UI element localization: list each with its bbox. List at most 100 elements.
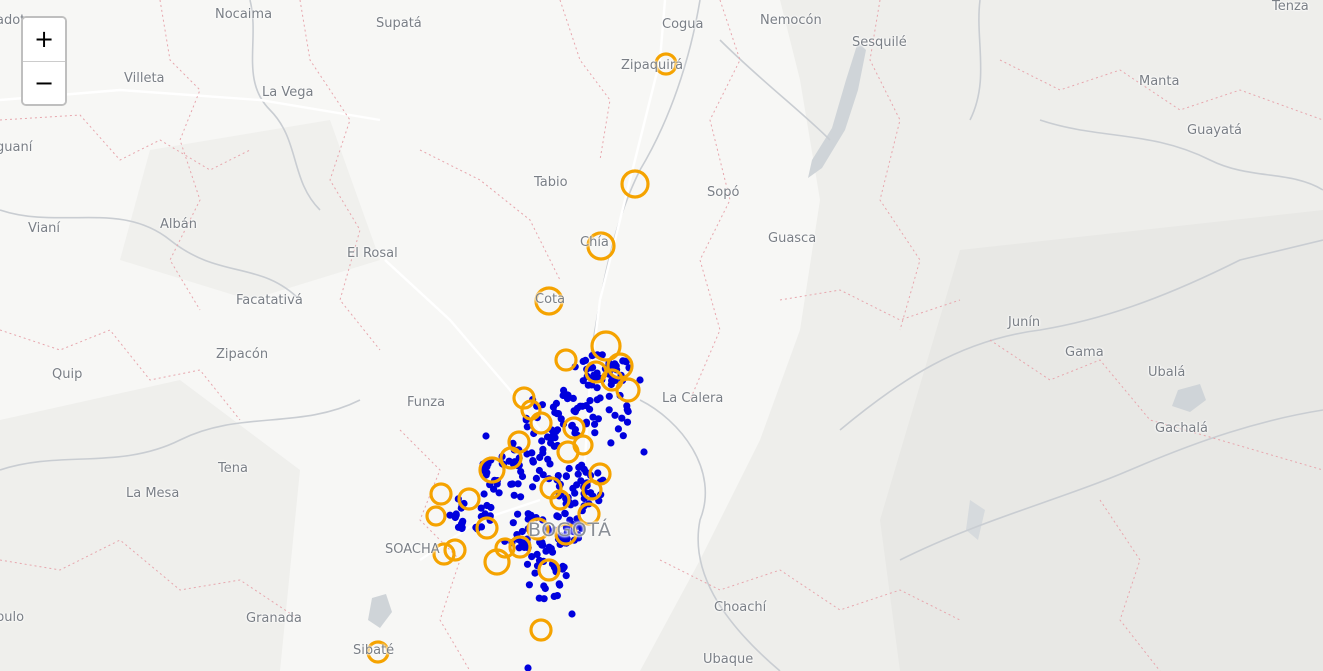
small-dot-marker[interactable] xyxy=(590,371,598,379)
small-dot-marker[interactable] xyxy=(619,432,627,440)
small-dot-marker[interactable] xyxy=(640,448,648,456)
small-dot-marker[interactable] xyxy=(589,413,597,421)
small-dot-marker[interactable] xyxy=(510,491,518,499)
small-dot-marker[interactable] xyxy=(536,453,544,462)
small-dot-marker[interactable] xyxy=(562,472,570,480)
small-dot-marker[interactable] xyxy=(540,582,548,590)
small-dot-marker[interactable] xyxy=(591,420,599,428)
small-dot-marker[interactable] xyxy=(495,489,503,497)
small-dot-marker[interactable] xyxy=(574,470,582,478)
small-dot-marker[interactable] xyxy=(542,547,550,555)
small-dot-marker[interactable] xyxy=(514,480,522,488)
zoom-out-button[interactable]: − xyxy=(23,61,65,104)
small-dot-marker[interactable] xyxy=(584,381,592,389)
small-dot-marker[interactable] xyxy=(614,425,623,433)
small-dot-marker[interactable] xyxy=(575,463,583,471)
small-dot-marker[interactable] xyxy=(557,415,565,423)
place-label-la-vega: La Vega xyxy=(262,85,314,100)
small-dot-marker[interactable] xyxy=(452,510,460,518)
small-dot-marker[interactable] xyxy=(517,493,525,501)
small-dot-marker[interactable] xyxy=(605,406,613,414)
small-dot-marker[interactable] xyxy=(528,449,536,457)
place-label-el-rosal: El Rosal xyxy=(347,246,398,261)
place-label-facatativ-: Facatativá xyxy=(236,293,303,308)
large-circle-marker[interactable] xyxy=(554,348,578,372)
small-dot-marker[interactable] xyxy=(538,437,546,445)
small-dot-marker[interactable] xyxy=(538,541,546,549)
zoom-in-button[interactable]: + xyxy=(23,18,65,61)
place-label-zipaquir-: Zipaquirá xyxy=(621,58,684,73)
small-dot-marker[interactable] xyxy=(546,460,554,468)
small-dot-marker[interactable] xyxy=(568,610,576,618)
small-dot-marker[interactable] xyxy=(514,510,522,518)
small-dot-marker[interactable] xyxy=(605,392,613,400)
small-dot-marker[interactable] xyxy=(524,664,532,671)
small-dot-marker[interactable] xyxy=(573,481,581,489)
small-dot-marker[interactable] xyxy=(559,391,567,400)
small-dot-marker[interactable] xyxy=(553,426,562,434)
small-dot-marker[interactable] xyxy=(525,581,534,589)
large-circle-marker[interactable] xyxy=(429,482,453,506)
small-dot-marker[interactable] xyxy=(611,411,619,419)
small-dot-marker[interactable] xyxy=(565,464,573,473)
place-label-soacha: SOACHA xyxy=(385,542,440,557)
place-label-nemoc-n: Nemocón xyxy=(760,13,822,28)
place-label-sesquil-: Sesquilé xyxy=(852,35,907,50)
small-dot-marker[interactable] xyxy=(571,489,579,497)
place-label-alb-n: Albán xyxy=(160,217,197,232)
small-dot-marker[interactable] xyxy=(540,595,548,603)
large-circle-marker[interactable] xyxy=(457,487,481,511)
small-dot-marker[interactable] xyxy=(529,457,537,465)
small-dot-marker[interactable] xyxy=(482,432,490,440)
place-label-sibat-: Sibaté xyxy=(353,643,395,658)
large-circle-marker[interactable] xyxy=(529,618,553,642)
place-label-zipac-n: Zipacón xyxy=(216,347,269,362)
small-dot-marker[interactable] xyxy=(548,548,557,556)
large-circle-marker[interactable] xyxy=(620,169,650,199)
small-dot-marker[interactable] xyxy=(581,356,590,364)
small-dot-marker[interactable] xyxy=(477,504,485,512)
small-dot-marker[interactable] xyxy=(507,480,515,488)
small-dot-marker[interactable] xyxy=(529,483,537,491)
place-label-jun-n: Junín xyxy=(1008,315,1041,330)
place-label-guan-: guaní xyxy=(0,140,33,155)
small-dot-marker[interactable] xyxy=(571,426,580,434)
small-dot-marker[interactable] xyxy=(509,519,517,527)
small-dot-marker[interactable] xyxy=(607,439,615,447)
small-dot-marker[interactable] xyxy=(573,404,582,412)
place-label-quip: Quip xyxy=(52,367,83,382)
small-dot-marker[interactable] xyxy=(596,394,604,402)
small-dot-marker[interactable] xyxy=(480,490,488,498)
small-dot-marker[interactable] xyxy=(550,592,558,601)
place-label-gachal-: Gachalá xyxy=(1155,421,1208,436)
small-dot-marker[interactable] xyxy=(562,572,570,580)
small-dot-marker[interactable] xyxy=(569,394,577,402)
small-dot-marker[interactable] xyxy=(561,509,569,517)
small-dot-marker[interactable] xyxy=(539,445,547,453)
small-dot-marker[interactable] xyxy=(556,581,564,589)
place-label-bogot-: BOGOTÁ xyxy=(528,519,612,541)
small-dot-marker[interactable] xyxy=(532,474,541,482)
place-label-supat-: Supatá xyxy=(376,16,422,31)
small-dot-marker[interactable] xyxy=(527,511,535,519)
small-dot-marker[interactable] xyxy=(594,469,602,477)
small-dot-marker[interactable] xyxy=(591,429,599,437)
small-dot-marker[interactable] xyxy=(618,414,626,422)
place-label-manta: Manta xyxy=(1139,74,1180,89)
place-label-villeta: Villeta xyxy=(124,71,165,86)
small-dot-marker[interactable] xyxy=(518,472,527,481)
place-label-ch-a: Chía xyxy=(580,235,609,250)
map-view[interactable]: adotaNocaimaSupatáCoguaNemocónTenzaSesqu… xyxy=(0,0,1323,671)
small-dot-marker[interactable] xyxy=(552,399,561,407)
place-label-tabio: Tabio xyxy=(534,175,568,190)
small-dot-marker[interactable] xyxy=(623,406,631,414)
small-dot-marker[interactable] xyxy=(535,466,544,475)
place-label-sop-: Sopó xyxy=(707,185,740,200)
place-label-cogua: Cogua xyxy=(662,17,704,32)
small-dot-marker[interactable] xyxy=(612,362,620,370)
small-dot-marker[interactable] xyxy=(523,560,532,568)
large-circle-marker[interactable] xyxy=(425,505,447,527)
small-dot-marker[interactable] xyxy=(458,523,466,532)
place-label-la-calera: La Calera xyxy=(662,391,724,406)
place-label-pulo: pulo xyxy=(0,610,25,625)
